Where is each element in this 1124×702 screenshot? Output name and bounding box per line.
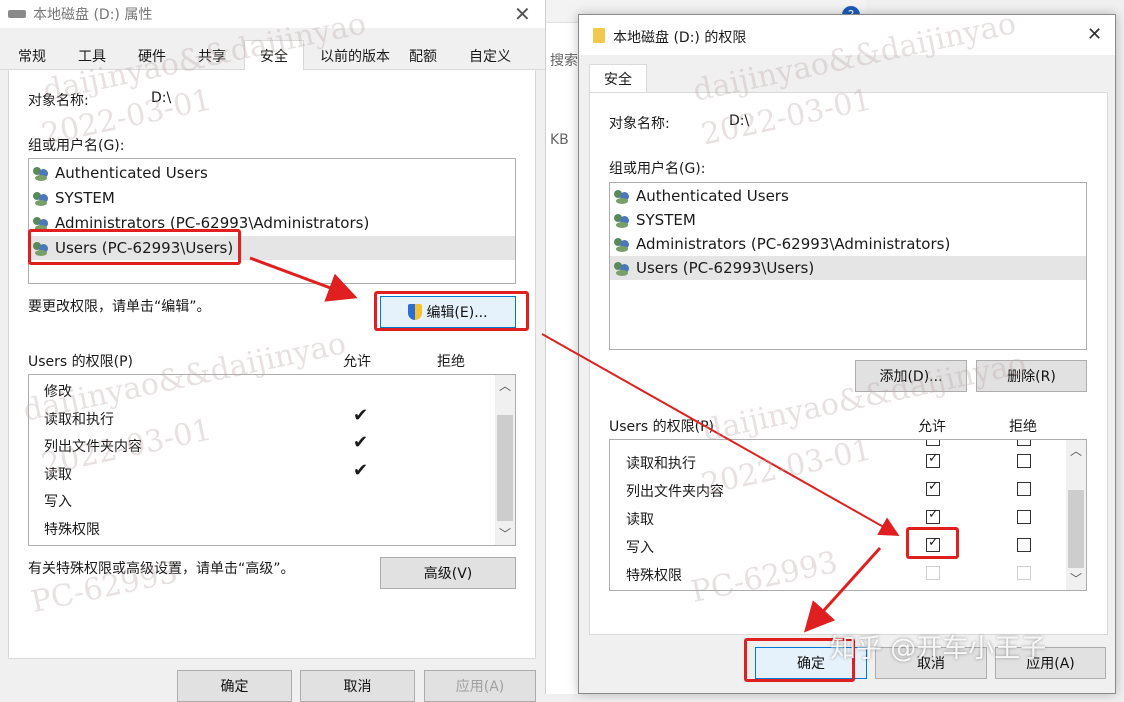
arrow-to-edit (249, 256, 358, 302)
arrow-to-ok (803, 546, 882, 633)
arrow-to-write-checkbox (541, 333, 900, 536)
annotation-arrows (249, 256, 900, 633)
zhihu-watermark: 知乎 @开车小王子 (830, 634, 1047, 664)
